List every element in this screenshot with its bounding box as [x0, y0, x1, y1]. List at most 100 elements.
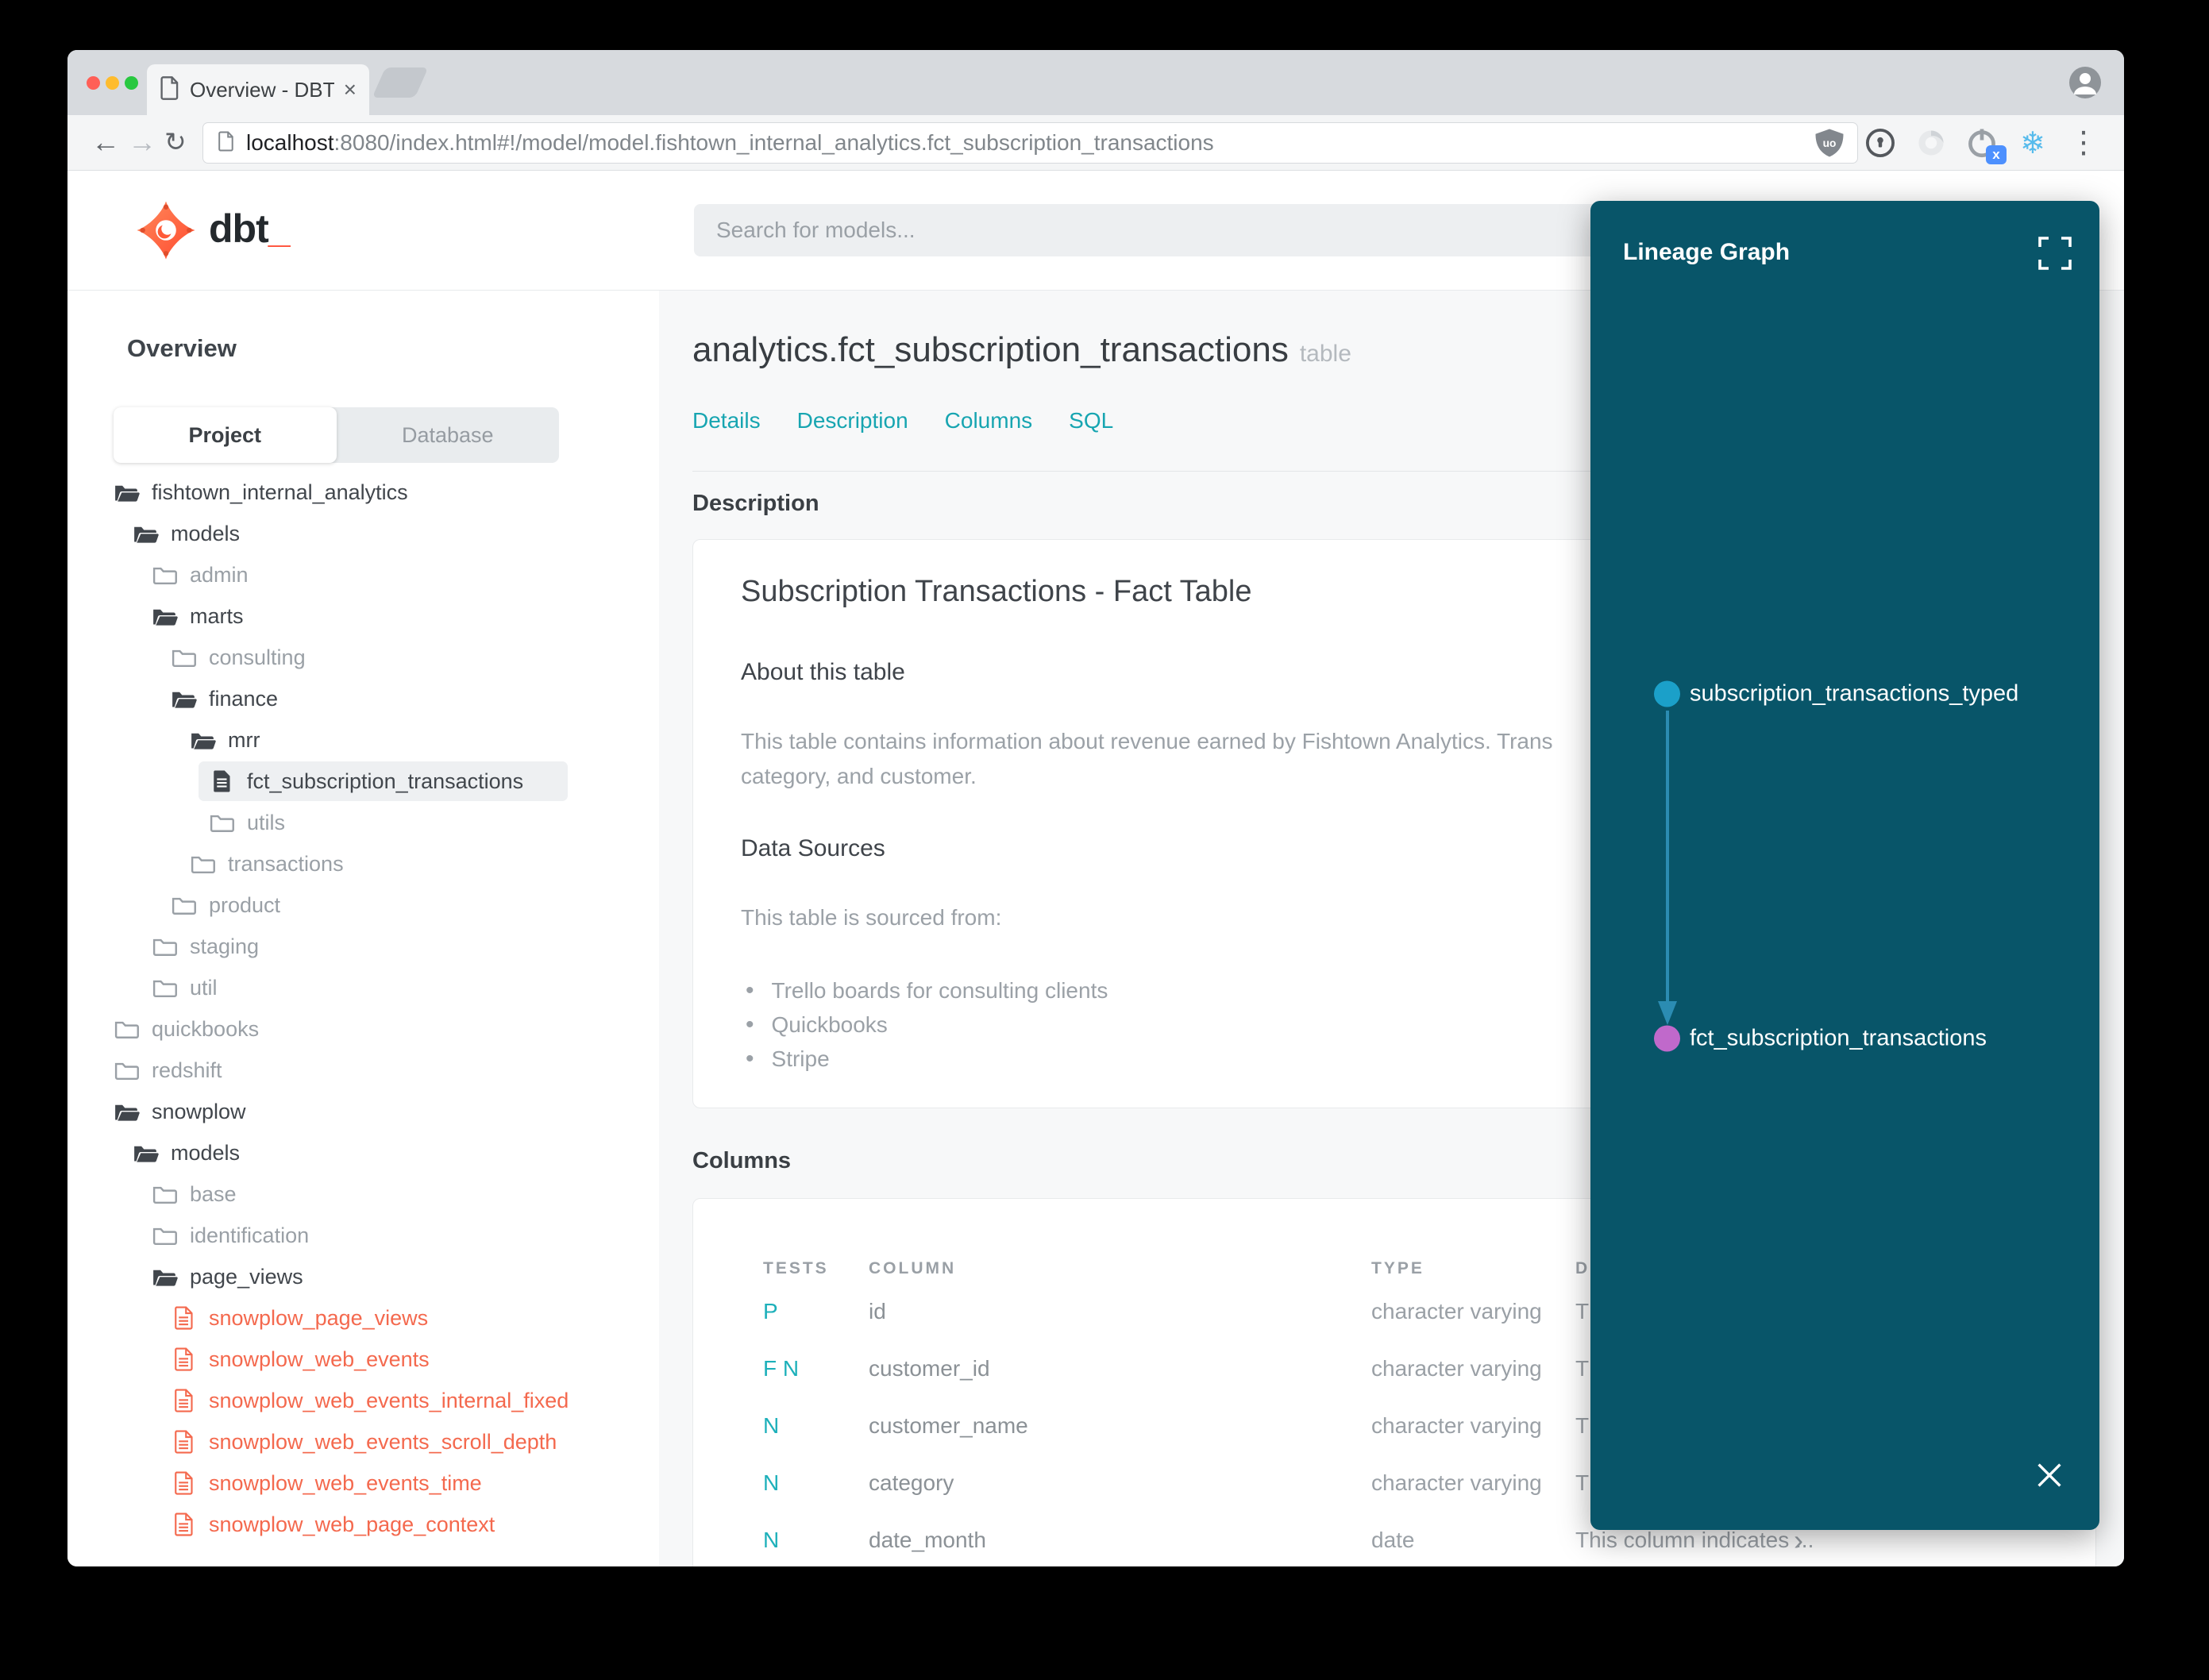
column-name: customer_name [869, 1413, 1028, 1438]
column-header-type: TYPE [1371, 1259, 1424, 1277]
tree-item-page_views[interactable]: page_views [67, 1256, 659, 1297]
about-line-1: This table contains information about re… [741, 729, 1553, 753]
back-icon[interactable]: ← [91, 125, 120, 160]
sidebar-tab-database[interactable]: Database [337, 407, 560, 463]
tree-item-finance[interactable]: finance [67, 678, 659, 719]
screenshot-frame: Overview - DBT Docs × ← → ↻ localhost:80… [0, 0, 2209, 1680]
tree-item-snowplow_web_page_context[interactable]: snowplow_web_page_context [67, 1504, 659, 1545]
url-path: :8080/index.html#!/model/model.fishtown_… [333, 130, 1214, 155]
tests-badge: N [763, 1470, 780, 1495]
tree-item-models[interactable]: models [67, 513, 659, 554]
tree-item-product[interactable]: product [67, 884, 659, 926]
browser-menu-icon[interactable]: ⋮ [2067, 126, 2100, 160]
data-sources-list: Trello boards for consulting clientsQuic… [746, 973, 1108, 1076]
svg-text:uo: uo [1823, 137, 1837, 149]
column-type: character varying [1371, 1299, 1542, 1324]
tree-item-admin[interactable]: admin [67, 554, 659, 595]
browser-tab[interactable]: Overview - DBT Docs × [147, 64, 369, 115]
reload-icon[interactable]: ↻ [164, 125, 187, 160]
tree-item-models[interactable]: models [67, 1132, 659, 1173]
about-line-2: category, and customer. [741, 764, 977, 788]
file-tree: fishtown_internal_analytics models admin… [67, 472, 659, 1545]
tests-badge: N [763, 1413, 780, 1438]
column-description: This column indicates ... [1575, 1528, 1814, 1552]
browser-tab-strip: Overview - DBT Docs × [67, 50, 2124, 115]
address-bar[interactable]: localhost:8080/index.html#!/model/model.… [202, 122, 1858, 164]
column-type: character varying [1371, 1356, 1542, 1381]
url-page-icon [218, 130, 235, 156]
tests-badge: F N [763, 1356, 800, 1381]
tree-item-snowplow_web_events_scroll_depth[interactable]: snowplow_web_events_scroll_depth [67, 1421, 659, 1462]
tab-close-icon[interactable]: × [344, 77, 357, 102]
dbt-wordmark[interactable]: dbt_ [209, 206, 291, 252]
tree-item-snowplow_web_events[interactable]: snowplow_web_events [67, 1339, 659, 1380]
data-sources-intro: This table is sourced from: [741, 905, 1002, 930]
folder-closed-icon [152, 934, 179, 958]
tree-item-consulting[interactable]: consulting [67, 637, 659, 678]
sidebar-tab-project[interactable]: Project [114, 407, 337, 463]
model-tab-sql[interactable]: SQL [1069, 408, 1113, 433]
folder-open-icon [114, 1100, 141, 1123]
fullscreen-icon[interactable] [2037, 236, 2072, 271]
profile-avatar[interactable] [2068, 66, 2102, 99]
column-description: T [1575, 1299, 1590, 1324]
data-source-item: Quickbooks [746, 1008, 1108, 1042]
tree-item-mrr[interactable]: mrr [67, 719, 659, 761]
column-name: id [869, 1299, 886, 1324]
extensions-row: uo x ❄ ⋮ [1813, 120, 2100, 166]
window-minimize-button[interactable] [106, 76, 119, 90]
page-favicon-icon [160, 75, 180, 105]
tree-item-snowplow_web_events_internal_fixed[interactable]: snowplow_web_events_internal_fixed [67, 1380, 659, 1421]
tree-item-base[interactable]: base [67, 1173, 659, 1215]
tests-badge: P [763, 1299, 778, 1324]
column-description: T [1575, 1356, 1590, 1381]
new-tab-button[interactable] [372, 67, 429, 98]
power-x-badge: x [1986, 145, 2007, 164]
tree-item-snowplow[interactable]: snowplow [67, 1091, 659, 1132]
snowflake-icon[interactable]: ❄ [2016, 126, 2049, 160]
column-type: character varying [1371, 1470, 1542, 1495]
column-header-column: COLUMN [869, 1259, 957, 1277]
tree-item-snowplow_web_events_time[interactable]: snowplow_web_events_time [67, 1462, 659, 1504]
close-icon[interactable] [2034, 1460, 2064, 1490]
window-close-button[interactable] [87, 76, 100, 90]
tree-item-marts[interactable]: marts [67, 595, 659, 637]
model-tab-description[interactable]: Description [797, 408, 908, 433]
1password-icon[interactable] [1864, 126, 1897, 160]
dbt-logo-icon[interactable] [135, 199, 197, 261]
folder-open-icon [152, 604, 179, 628]
tree-item-redshift[interactable]: redshift [67, 1050, 659, 1091]
window-zoom-button[interactable] [125, 76, 138, 90]
folder-closed-icon [152, 1182, 179, 1206]
column-description: T [1575, 1470, 1590, 1495]
tree-item-utils[interactable]: utils [67, 802, 659, 843]
tree-item-fishtown_internal_analytics[interactable]: fishtown_internal_analytics [67, 472, 659, 513]
url-text: localhost:8080/index.html#!/model/model.… [246, 130, 1214, 156]
tree-item-transactions[interactable]: transactions [67, 843, 659, 884]
tree-item-util[interactable]: util [67, 967, 659, 1008]
folder-closed-icon [114, 1058, 141, 1082]
lineage-node-subscription_transactions_typed[interactable]: subscription_transactions_typed [1654, 680, 2018, 707]
tree-item-fct_subscription_transactions[interactable]: fct_subscription_transactions [67, 761, 659, 802]
folder-open-icon [114, 480, 141, 504]
column-name: category [869, 1470, 954, 1495]
column-type: date [1371, 1528, 1415, 1552]
tree-item-staging[interactable]: staging [67, 926, 659, 967]
node-dot-icon [1654, 1025, 1680, 1052]
model-tab-columns[interactable]: Columns [945, 408, 1032, 433]
extension-disc-icon[interactable] [1914, 126, 1948, 160]
ublock-origin-icon[interactable]: uo [1813, 126, 1846, 160]
tree-item-quickbooks[interactable]: quickbooks [67, 1008, 659, 1050]
lineage-node-fct_subscription_transactions[interactable]: fct_subscription_transactions [1654, 1025, 1987, 1052]
folder-closed-icon [114, 1017, 141, 1041]
column-type: character varying [1371, 1413, 1542, 1438]
power-x-icon[interactable]: x [1965, 126, 2007, 164]
file-icon [171, 1471, 198, 1495]
folder-open-icon [133, 522, 160, 545]
folder-closed-icon [152, 1223, 179, 1247]
folder-closed-icon [152, 563, 179, 587]
column-name: customer_id [869, 1356, 990, 1381]
tree-item-snowplow_page_views[interactable]: snowplow_page_views [67, 1297, 659, 1339]
model-tab-details[interactable]: Details [692, 408, 761, 433]
tree-item-identification[interactable]: identification [67, 1215, 659, 1256]
